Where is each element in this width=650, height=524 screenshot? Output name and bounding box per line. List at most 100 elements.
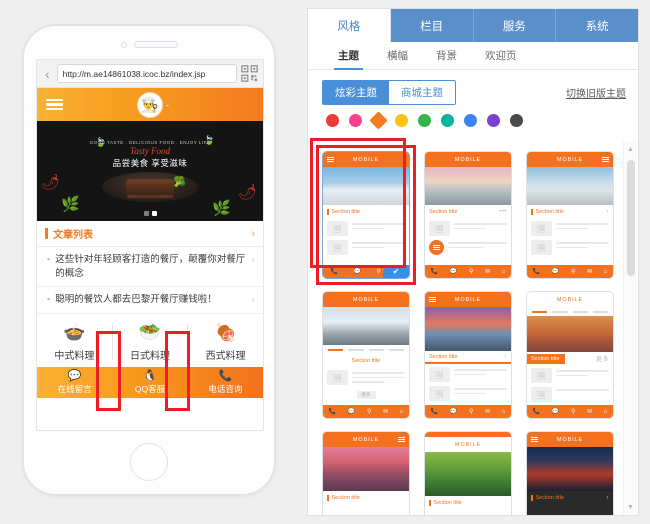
theme-card[interactable]: MOBILE Section title 更多 🖼 🖼 📞 💬 ⚲ ✉ ⌂: [526, 291, 614, 419]
theme-card[interactable]: MOBILE Section title › 🖼: [526, 151, 614, 279]
theme-card-9[interactable]: MOBILE Section title ›: [526, 431, 614, 515]
category-item-chinese[interactable]: 🍲 中式料理: [37, 322, 112, 362]
card-footer-icons: 📞 💬 ⚲ ✉ ⌂: [527, 265, 613, 278]
chevron-right-icon[interactable]: ›: [252, 293, 255, 306]
more-button[interactable]: 更多: [356, 391, 376, 399]
swatch-yellow[interactable]: [395, 114, 408, 127]
article-section-title: 文章列表: [53, 230, 93, 241]
site-header-dot: -: [165, 99, 169, 110]
theme-type-segmented-control: 炫彩主题 商城主题: [322, 80, 456, 105]
tab-columns[interactable]: 栏目: [390, 9, 474, 42]
card-header-label: MOBILE: [556, 436, 584, 443]
tab-style[interactable]: 风格: [308, 9, 391, 42]
swatch-green[interactable]: [418, 114, 431, 127]
footer-item-message[interactable]: 💬 在线留言: [37, 367, 112, 398]
tab-system[interactable]: 系统: [556, 9, 638, 42]
banner-dot-active[interactable]: [151, 211, 157, 216]
swatch-dark[interactable]: [510, 114, 523, 127]
tab-services[interactable]: 服务: [473, 9, 557, 42]
banner-pagination-dots[interactable]: [37, 211, 263, 216]
footer-label: 在线留言: [57, 383, 92, 394]
theme-card[interactable]: MOBILE Section title › 🖼: [322, 151, 410, 279]
theme-toolbar: 炫彩主题 商城主题 切换旧版主题: [308, 70, 638, 105]
tab-banner[interactable]: 横幅: [373, 42, 422, 69]
card-body: 🖼 🖼: [527, 365, 613, 405]
image-placeholder-icon: 🖼: [327, 370, 348, 385]
panel-scrollbar[interactable]: ▲ ▼: [623, 142, 637, 514]
theme-card-5[interactable]: MOBILE Section title › 🖼 🖼 📞 💬 ⚲ ✉ ⌂: [424, 291, 512, 419]
front-camera-icon: [120, 41, 127, 48]
chevron-right-icon: ›: [606, 494, 609, 501]
phone-icon: 📞: [430, 409, 439, 415]
scrollbar-track[interactable]: [627, 156, 635, 500]
switch-legacy-theme-link[interactable]: 切换旧版主题: [566, 85, 626, 100]
footer-item-phone[interactable]: 📞 电话咨询: [188, 367, 263, 398]
card-list-row: 🖼: [429, 386, 507, 401]
tab-welcome-page[interactable]: 欢迎页: [471, 42, 531, 69]
nav-tab-active: [328, 348, 344, 351]
scroll-up-arrow-icon[interactable]: ▲: [624, 142, 637, 156]
theme-card-7[interactable]: MOBILE Section title: [322, 431, 410, 515]
theme-card-4[interactable]: MOBILE Section title 🖼 更多 📞 💬 ⚲ ✉ ⌂: [322, 291, 410, 419]
chef-avatar-icon[interactable]: 👨‍🍳: [137, 91, 163, 118]
theme-cards-grid: MOBILE Section title › 🖼 🖼 📞 💬 ⚲ ✔ MOBIL…: [308, 145, 626, 515]
category-item-japanese[interactable]: 🥗 日式料理: [113, 322, 188, 362]
card-header: MOBILE: [527, 292, 613, 307]
theme-card-2[interactable]: MOBILE Section title ••• 🖼 📞 💬 ⚲ ✉ ⌂: [424, 151, 512, 279]
hamburger-icon[interactable]: [46, 96, 63, 113]
card-section-title: Section title: [535, 208, 564, 215]
article-section-header[interactable]: 文章列表 ›: [37, 221, 263, 247]
swatch-pink[interactable]: [349, 114, 362, 127]
theme-editor-panel: 风格 栏目 服务 系统 主题 横幅 背景 欢迎页 炫彩主题 商城主题 切换旧版主…: [307, 8, 639, 516]
scroll-down-arrow-icon[interactable]: ▼: [624, 500, 637, 514]
segment-colorful-theme[interactable]: 炫彩主题: [323, 81, 389, 104]
image-placeholder-icon: 🖼: [531, 240, 552, 255]
theme-card-3[interactable]: MOBILE Section title › 🖼 🖼 📞 💬 ⚲ ✉ ⌂: [526, 151, 614, 279]
theme-card[interactable]: MOBILE Section title ›: [526, 431, 614, 515]
chevron-right-icon: ›: [504, 353, 507, 360]
url-input[interactable]: http://m.ae14861038.icoc.bz/index.jsp: [56, 64, 237, 83]
card-hero-image-snow-road: [527, 167, 613, 205]
chevron-right-icon[interactable]: ›: [251, 228, 255, 240]
list-item[interactable]: ▪ 聪明的餐饮人都去巴黎开餐厅赚钱啦！ ›: [37, 287, 263, 314]
phone-icon: 📞: [532, 269, 541, 275]
qr-code-icon[interactable]: [241, 65, 258, 82]
card-header-label: MOBILE: [352, 436, 380, 443]
theme-card-8[interactable]: MOBILE Section title: [424, 431, 512, 515]
category-item-western[interactable]: 🍖 西式料理: [188, 322, 263, 362]
bullet-icon: ▪: [47, 294, 51, 304]
swatch-red[interactable]: [326, 114, 339, 127]
floating-menu-button[interactable]: [429, 240, 444, 255]
scrollbar-thumb[interactable]: [627, 160, 635, 276]
hero-banner[interactable]: 🌶 🌿 🌶 🌿 🍃 🍃 GOOD TASTE . DELICIOUS FOOD …: [37, 121, 263, 221]
theme-card[interactable]: MOBILE Section title 🖼 更多 📞 💬 ⚲ ✉ ⌂: [322, 291, 410, 419]
card-hero-image-night-city: [527, 447, 613, 491]
segment-mall-theme[interactable]: 商城主题: [389, 81, 455, 104]
list-item[interactable]: ▪ 这些针对年轻顾客打造的餐厅，颠覆你对餐厅的概念 ›: [37, 247, 263, 287]
home-icon: ⌂: [603, 268, 608, 275]
tab-theme[interactable]: 主题: [324, 42, 373, 70]
swatch-teal[interactable]: [441, 114, 454, 127]
card-header: MOBILE: [323, 292, 409, 307]
card-text-lines: [454, 221, 507, 230]
footer-item-qq[interactable]: 🐧 QQ客服: [112, 367, 187, 398]
banner-dot[interactable]: [143, 211, 149, 216]
theme-card[interactable]: MOBILE Section title › 🖼 🖼 📞 💬 ⚲ ✉ ⌂: [424, 291, 512, 419]
swatch-orange-selected[interactable]: [369, 111, 388, 130]
swatch-purple[interactable]: [487, 114, 500, 127]
theme-card-6[interactable]: MOBILE Section title 更多 🖼 🖼 📞 💬 ⚲ ✉ ⌂: [526, 291, 614, 419]
card-header: MOBILE: [527, 152, 613, 167]
home-button[interactable]: [130, 443, 168, 481]
theme-card[interactable]: MOBILE Section title: [424, 431, 512, 515]
theme-card-1-selected[interactable]: MOBILE Section title › 🖼 🖼 📞 💬 ⚲ ✔: [316, 145, 416, 285]
location-icon: ⚲: [468, 409, 474, 415]
swatch-blue[interactable]: [464, 114, 477, 127]
card-list-row: 🖼: [327, 240, 405, 255]
theme-card[interactable]: MOBILE Section title: [322, 431, 410, 515]
chevron-left-icon[interactable]: ‹: [42, 67, 53, 81]
card-header: MOBILE: [425, 437, 511, 452]
theme-card[interactable]: MOBILE Section title ••• 🖼 📞 💬 ⚲ ✉ ⌂: [424, 151, 512, 279]
chevron-right-icon[interactable]: ›: [252, 253, 255, 266]
card-section-title: Section title: [331, 208, 360, 215]
tab-background[interactable]: 背景: [422, 42, 471, 69]
